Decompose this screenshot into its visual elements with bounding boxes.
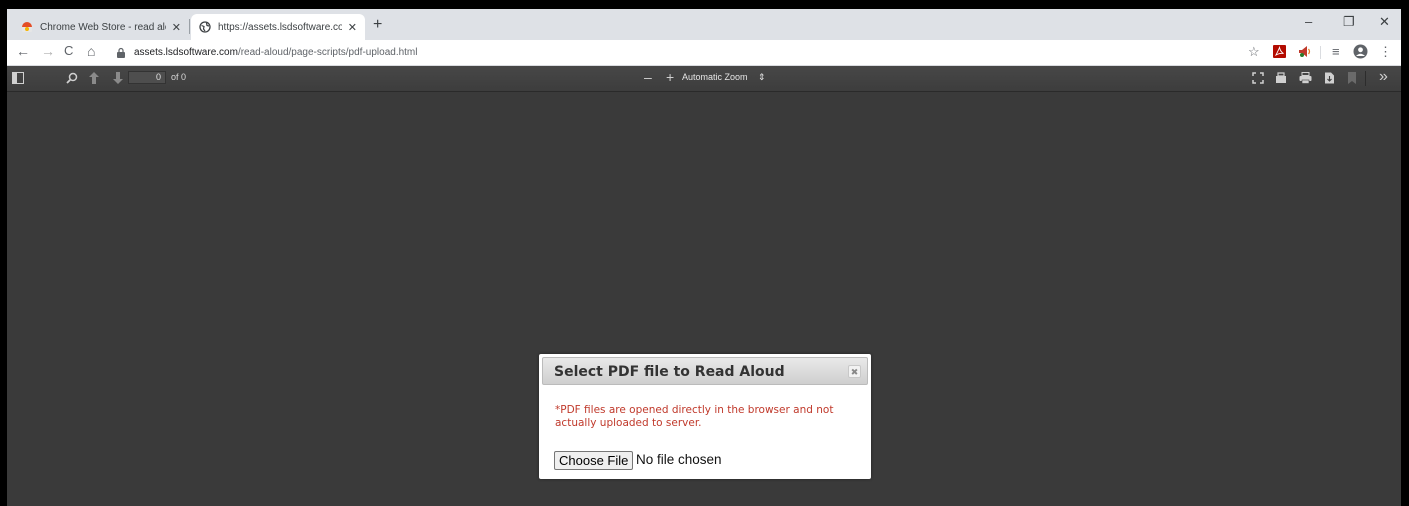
- dialog-title: Select PDF file to Read Aloud: [554, 364, 785, 380]
- minimize-button[interactable]: –: [1305, 14, 1312, 29]
- restore-button[interactable]: ❐: [1343, 14, 1355, 30]
- browser-window: Chrome Web Store - read aloud ✕ https://…: [7, 9, 1401, 506]
- zoom-out-button[interactable]: –: [644, 69, 652, 85]
- url-path: /read-aloud/page-scripts/pdf-upload.html: [237, 46, 418, 58]
- previous-page-icon[interactable]: [89, 72, 99, 84]
- upload-note: *PDF files are opened directly in the br…: [555, 404, 834, 429]
- browser-toolbar: ← → C ⌂ assets.lsdsoftware.com /read-alo…: [7, 40, 1401, 66]
- acrobat-extension-icon[interactable]: [1273, 45, 1286, 58]
- select-pdf-dialog: Select PDF file to Read Aloud ✖ *PDF fil…: [539, 354, 871, 479]
- choose-file-button[interactable]: Choose File: [554, 451, 634, 470]
- tab-title: https://assets.lsdsoftware.com/re: [218, 21, 342, 33]
- reload-button[interactable]: C: [64, 43, 73, 58]
- pdf-toolbar-divider: [1365, 71, 1366, 86]
- toolbar-divider: [1320, 46, 1321, 59]
- next-page-icon[interactable]: [113, 72, 123, 84]
- file-status: No file chosen: [636, 452, 722, 467]
- tab-strip: Chrome Web Store - read aloud ✕ https://…: [7, 9, 1401, 40]
- presentation-mode-icon[interactable]: [1252, 72, 1264, 84]
- zoom-in-button[interactable]: +: [666, 69, 674, 85]
- close-dialog-icon[interactable]: ✖: [848, 365, 861, 378]
- tab-pdf-upload[interactable]: https://assets.lsdsoftware.com/re ✕: [191, 14, 365, 40]
- chrome-menu-icon[interactable]: ⋮: [1379, 44, 1392, 60]
- url-domain: assets.lsdsoftware.com: [134, 46, 238, 58]
- tab-chrome-web-store[interactable]: Chrome Web Store - read aloud ✕: [13, 14, 189, 40]
- address-bar[interactable]: assets.lsdsoftware.com /read-aloud/page-…: [110, 43, 1228, 61]
- chrome-web-store-icon: [22, 22, 32, 32]
- print-icon[interactable]: [1299, 72, 1312, 84]
- zoom-select[interactable]: Automatic Zoom ⇕: [682, 72, 766, 83]
- zoom-select-arrow-icon: ⇕: [758, 72, 766, 82]
- tools-menu-button[interactable]: »: [1379, 68, 1388, 86]
- new-tab-button[interactable]: +: [373, 16, 382, 34]
- find-icon[interactable]: [66, 72, 78, 84]
- dialog-header: Select PDF file to Read Aloud ✖: [542, 357, 868, 385]
- close-window-button[interactable]: ✕: [1379, 14, 1390, 30]
- reading-list-icon[interactable]: ≡: [1332, 44, 1340, 59]
- read-aloud-extension-icon[interactable]: [1298, 45, 1312, 58]
- sidebar-toggle-icon[interactable]: [12, 72, 24, 84]
- page-count: of 0: [171, 72, 187, 82]
- page-number-input[interactable]: 0: [128, 71, 166, 84]
- pdf-viewer-toolbar: 0 of 0 – + Automatic Zoom ⇕ »: [7, 66, 1401, 92]
- download-icon[interactable]: [1324, 72, 1335, 84]
- profile-avatar-icon[interactable]: [1353, 44, 1368, 59]
- home-button[interactable]: ⌂: [87, 43, 95, 59]
- close-tab-icon[interactable]: ✕: [172, 21, 181, 34]
- globe-icon: [199, 21, 211, 33]
- zoom-select-label: Automatic Zoom: [682, 72, 748, 82]
- open-file-icon[interactable]: [1275, 72, 1287, 84]
- bookmark-icon[interactable]: [1348, 72, 1356, 84]
- back-button[interactable]: ←: [16, 43, 30, 59]
- tab-separator: [189, 19, 190, 34]
- tab-title: Chrome Web Store - read aloud: [40, 21, 166, 33]
- close-tab-icon[interactable]: ✕: [348, 21, 357, 34]
- bookmark-star-icon[interactable]: ☆: [1248, 44, 1260, 60]
- forward-button[interactable]: →: [41, 43, 55, 59]
- lock-icon: [117, 47, 125, 58]
